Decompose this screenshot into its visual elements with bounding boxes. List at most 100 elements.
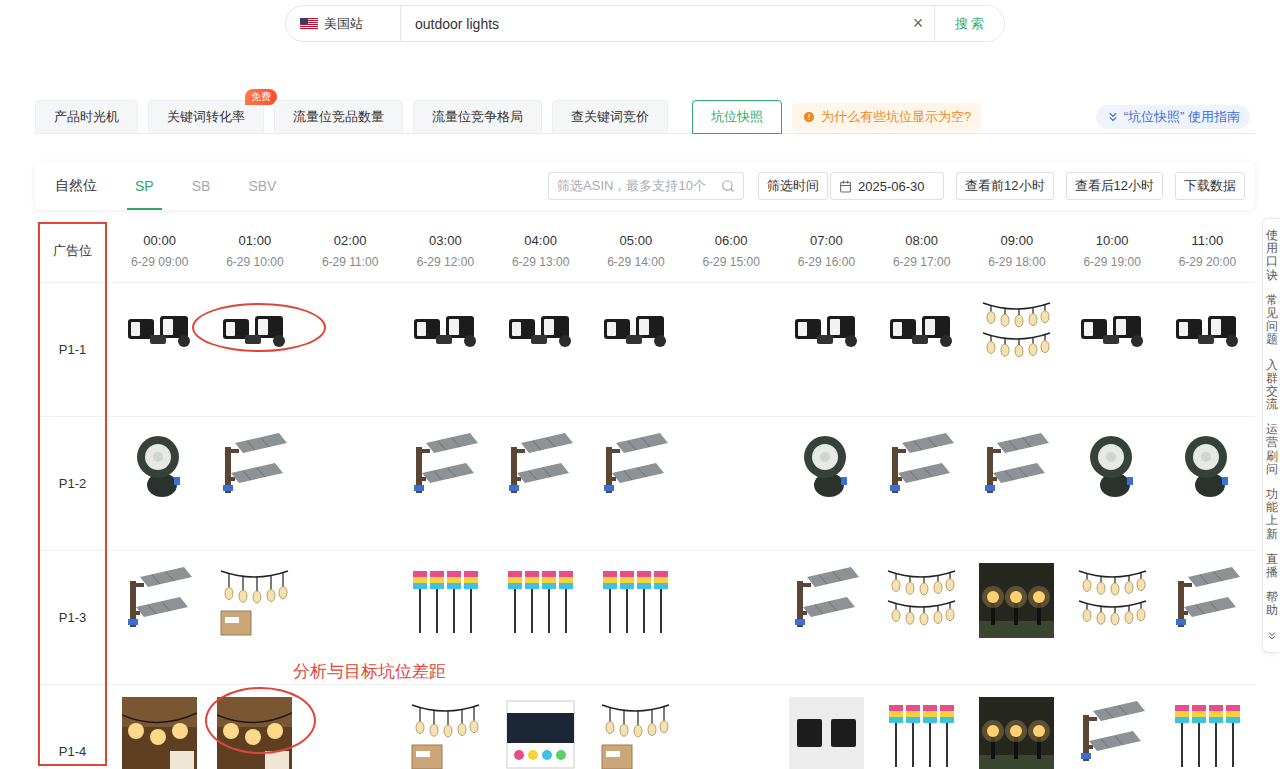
slot-cell[interactable]: [1160, 283, 1255, 416]
tab[interactable]: 流量位竞品数量: [274, 100, 403, 134]
slot-cell[interactable]: [684, 417, 779, 550]
slot-cell[interactable]: [969, 283, 1064, 416]
slot-cell[interactable]: [684, 551, 779, 684]
slot-cell[interactable]: [1065, 551, 1160, 684]
slot-cell[interactable]: [112, 551, 207, 684]
slot-cell[interactable]: [588, 551, 683, 684]
placement-tab[interactable]: 自然位: [47, 162, 105, 210]
slot-cell[interactable]: [303, 283, 398, 416]
side-rail-item[interactable]: 直播: [1266, 553, 1278, 579]
slot-cell[interactable]: [207, 685, 302, 769]
slot-cell[interactable]: [207, 551, 302, 684]
time-column-header: 11:006-29 20:00: [1160, 233, 1255, 269]
product-image: [884, 295, 959, 370]
slot-cell[interactable]: [1065, 283, 1160, 416]
chevrons-down-icon[interactable]: [1266, 630, 1278, 642]
product-image: [598, 429, 673, 504]
product-image: [503, 697, 578, 769]
slot-cell[interactable]: [303, 417, 398, 550]
chevrons-down-icon: [1106, 110, 1120, 124]
slot-cell[interactable]: [493, 283, 588, 416]
slot-cell[interactable]: [874, 283, 969, 416]
placement-tab[interactable]: SB: [184, 162, 219, 210]
tab[interactable]: 关键词转化率免费: [148, 100, 264, 134]
slot-cell[interactable]: [1160, 417, 1255, 550]
slot-cell[interactable]: [493, 551, 588, 684]
slot-cell[interactable]: [779, 685, 874, 769]
slot-cell[interactable]: [969, 551, 1064, 684]
slot-cell[interactable]: [112, 685, 207, 769]
slot-cell[interactable]: [493, 685, 588, 769]
tab[interactable]: 产品时光机: [35, 100, 138, 134]
slot-cell[interactable]: [588, 417, 683, 550]
slot-cell[interactable]: [398, 283, 493, 416]
tab[interactable]: 流量位竞争格局: [413, 100, 542, 134]
side-rail-item[interactable]: 帮助: [1266, 591, 1278, 617]
slot-cell[interactable]: [207, 417, 302, 550]
date-picker[interactable]: 2025-06-30: [830, 172, 944, 200]
product-image: [217, 295, 292, 370]
side-rail-item[interactable]: 使用口诀: [1266, 229, 1278, 282]
tab-row: 产品时光机关键词转化率免费流量位竞品数量流量位竞争格局查关键词竞价坑位快照为什么…: [35, 100, 1255, 134]
slot-label: P1-4: [38, 685, 112, 769]
slot-cell[interactable]: [874, 551, 969, 684]
placement-tab[interactable]: SBV: [240, 162, 284, 210]
time-label-button[interactable]: 筛选时间: [758, 172, 828, 200]
product-image: [503, 295, 578, 370]
slot-cell[interactable]: [1160, 685, 1255, 769]
time-column-header: 09:006-29 18:00: [969, 233, 1064, 269]
slot-cell[interactable]: [779, 417, 874, 550]
product-image: [1170, 563, 1245, 638]
notice-pill[interactable]: 为什么有些坑位显示为空?: [792, 103, 981, 131]
side-rail-item[interactable]: 入群交流: [1266, 359, 1278, 412]
filter-button[interactable]: 下载数据: [1175, 172, 1245, 200]
guide-link[interactable]: “坑位快照” 使用指南: [1096, 105, 1250, 129]
slot-cell[interactable]: [1065, 417, 1160, 550]
slot-cell[interactable]: [874, 417, 969, 550]
product-image: [789, 429, 864, 504]
table-row: P1-1: [38, 283, 1255, 417]
slot-cell[interactable]: [874, 685, 969, 769]
product-image: [503, 563, 578, 638]
page: 美国站outdoor lights×搜 索产品时光机关键词转化率免费流量位竞品数…: [0, 0, 1280, 769]
product-image: [884, 563, 959, 638]
slot-cell[interactable]: [779, 283, 874, 416]
side-rail-item[interactable]: 功能上新: [1266, 488, 1278, 541]
slot-cell[interactable]: [969, 685, 1064, 769]
slot-cell[interactable]: [1160, 551, 1255, 684]
side-rail-item[interactable]: 运营刷问: [1266, 423, 1278, 476]
main: 产品时光机关键词转化率免费流量位竞品数量流量位竞争格局查关键词竞价坑位快照为什么…: [0, 100, 1280, 769]
slot-cell[interactable]: [398, 685, 493, 769]
placement-tab[interactable]: SP: [127, 162, 162, 210]
site-select[interactable]: 美国站: [286, 6, 401, 41]
slot-cell[interactable]: [684, 685, 779, 769]
product-image: [884, 429, 959, 504]
slot-cell[interactable]: [588, 283, 683, 416]
slot-cell[interactable]: [1065, 685, 1160, 769]
date-group: 筛选时间2025-06-30: [758, 172, 944, 200]
alert-icon: [802, 110, 816, 124]
filter-button[interactable]: 查看后12小时: [1066, 172, 1163, 200]
product-image: [598, 295, 673, 370]
filter-button[interactable]: 查看前12小时: [956, 172, 1053, 200]
table-row: P1-4: [38, 685, 1255, 769]
clear-button[interactable]: ×: [902, 6, 934, 41]
search-input[interactable]: outdoor lights: [401, 6, 902, 41]
slot-cell[interactable]: [398, 417, 493, 550]
search-button[interactable]: 搜 索: [934, 6, 1004, 41]
slot-cell[interactable]: [303, 685, 398, 769]
slot-cell[interactable]: [112, 417, 207, 550]
slot-cell[interactable]: [684, 283, 779, 416]
asin-filter-input[interactable]: 筛选ASIN，最多支持10个: [548, 172, 744, 200]
slot-cell[interactable]: [112, 283, 207, 416]
product-image: [979, 563, 1054, 638]
slot-cell[interactable]: [207, 283, 302, 416]
tab[interactable]: 查关键词竞价: [552, 100, 668, 134]
slot-cell[interactable]: [493, 417, 588, 550]
side-rail-item[interactable]: 常见问题: [1266, 294, 1278, 347]
slot-cell[interactable]: [969, 417, 1064, 550]
slot-cell[interactable]: [779, 551, 874, 684]
table-header: 广告位00:006-29 09:0001:006-29 10:0002:006-…: [38, 220, 1255, 283]
tab[interactable]: 坑位快照: [692, 100, 782, 134]
slot-cell[interactable]: [588, 685, 683, 769]
